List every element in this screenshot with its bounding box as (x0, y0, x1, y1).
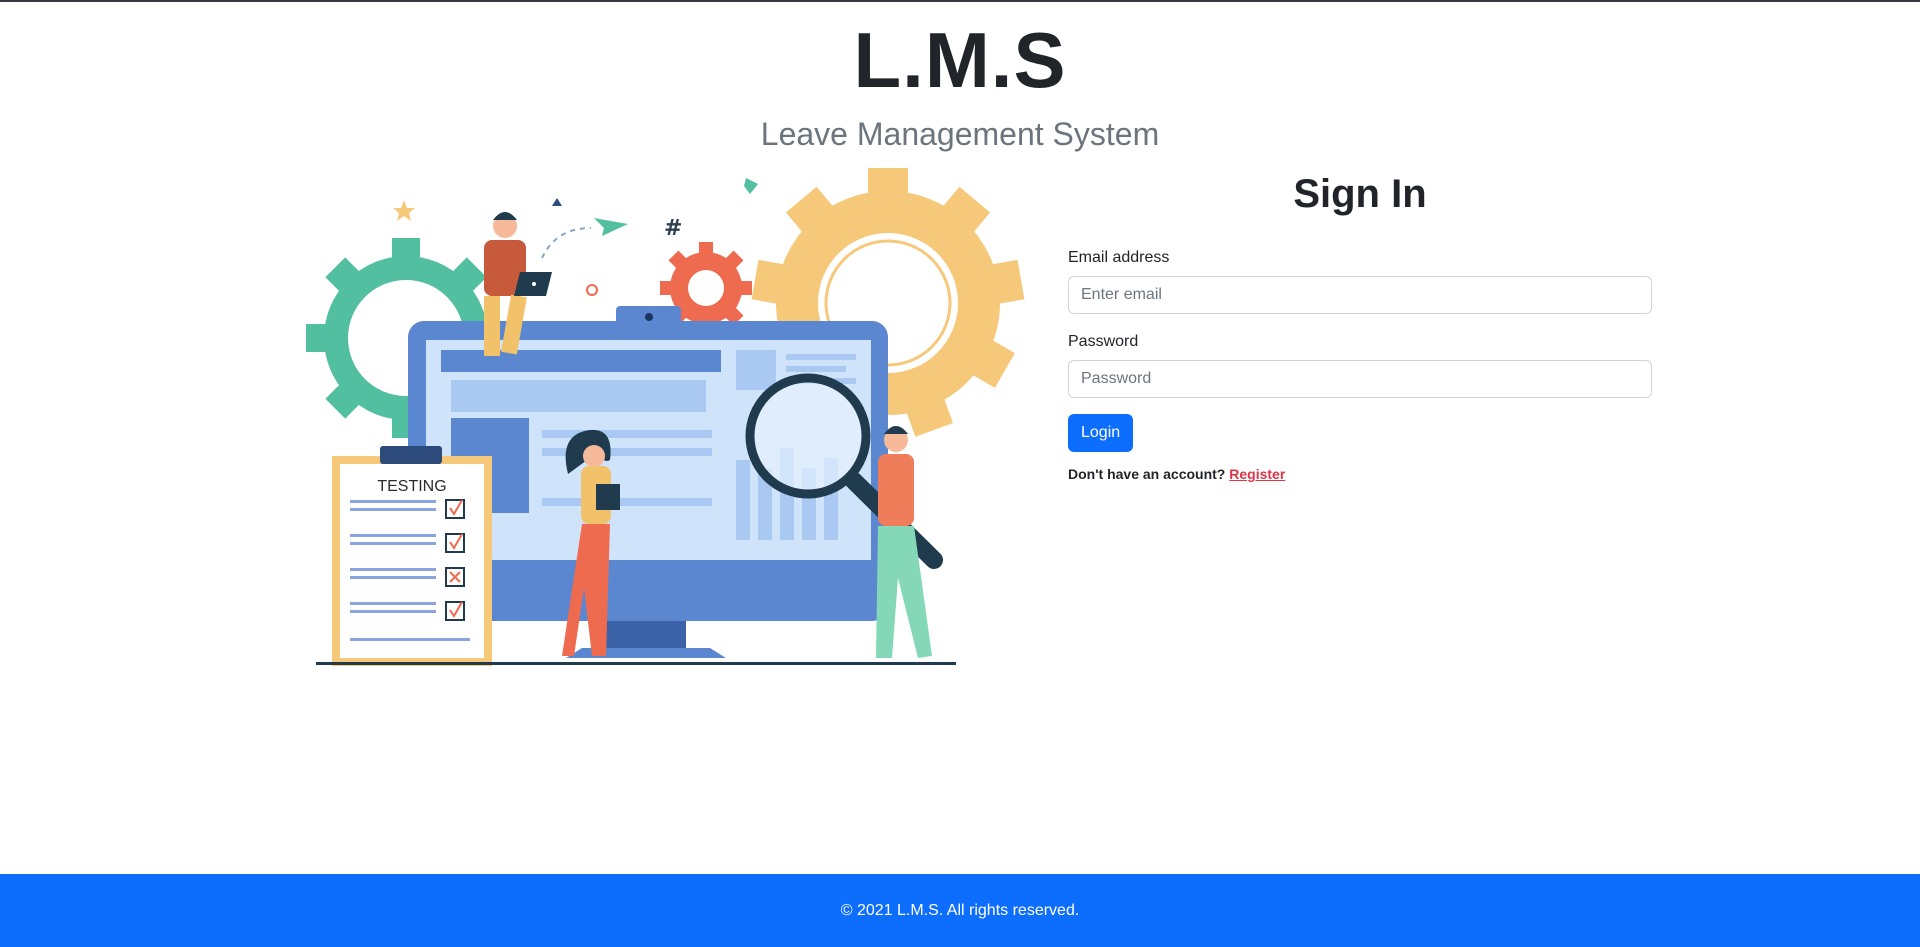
login-button[interactable]: Login (1068, 414, 1134, 452)
email-field[interactable] (1068, 276, 1652, 314)
register-prompt-text: Don't have an account? (1068, 466, 1226, 482)
triangle-icon (552, 198, 562, 206)
star-icon (393, 200, 415, 221)
hash-icon: # (664, 216, 682, 241)
dashed-path-icon (541, 227, 592, 259)
clipboard-icon: TESTING (332, 446, 492, 666)
paper-plane-icon (594, 218, 628, 236)
signin-heading: Sign In (1293, 172, 1427, 216)
password-field[interactable] (1068, 360, 1652, 398)
register-prompt: Don't have an account? Register (1068, 466, 1652, 482)
register-link[interactable]: Register (1229, 466, 1285, 482)
app-title: L.M.S (853, 16, 1067, 104)
footer: © 2021 L.M.S. All rights reserved. (0, 874, 1920, 947)
clipboard-label: TESTING (377, 478, 446, 495)
ground-line (316, 662, 956, 665)
leaf-icon (744, 178, 758, 194)
password-label: Password (1068, 333, 1139, 350)
signin-panel: Sign In Email address Password Login Don… (1068, 168, 1652, 482)
copyright-text: © 2021 L.M.S. All rights reserved. (840, 902, 1080, 919)
top-border (0, 0, 1920, 2)
email-label: Email address (1068, 249, 1170, 266)
spiral-icon (586, 284, 598, 296)
testing-illustration: # TESTING (306, 168, 1026, 673)
brand-header: L.M.S Leave Management System (0, 10, 1920, 154)
app-subtitle: Leave Management System (760, 116, 1160, 152)
